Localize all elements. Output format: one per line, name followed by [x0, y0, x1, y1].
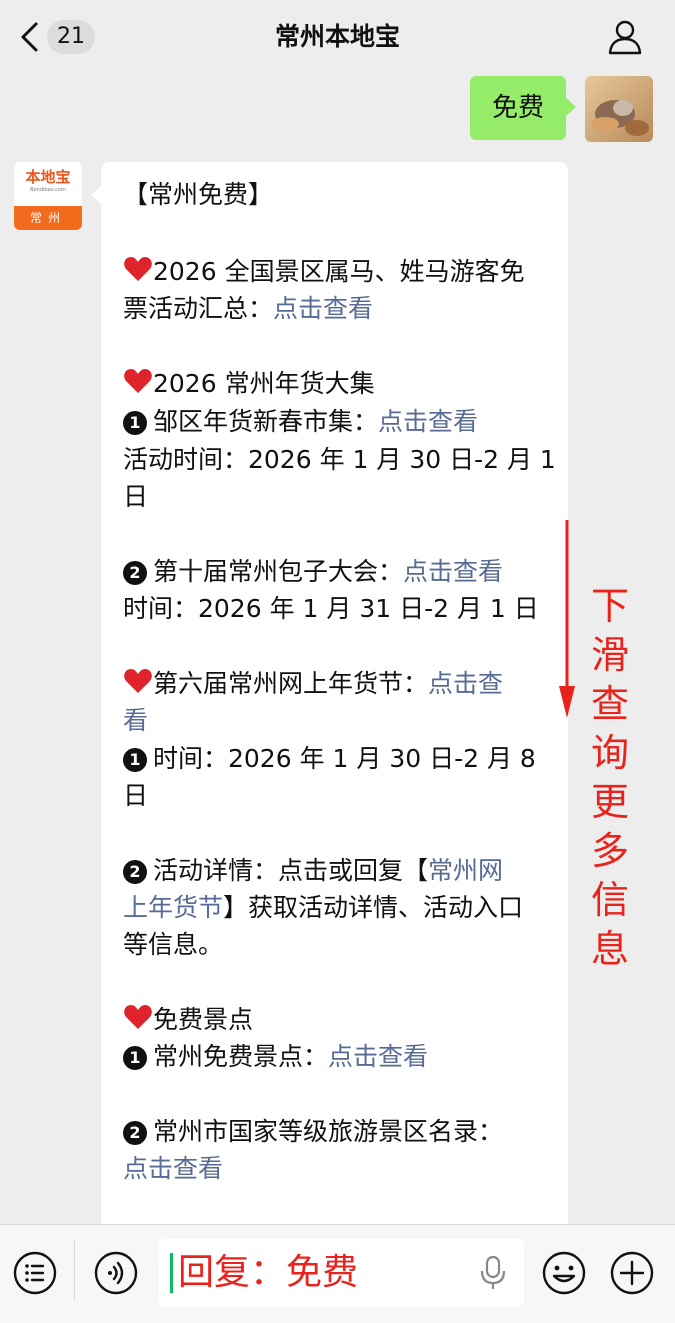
number-bullet: 1 [123, 748, 147, 772]
heart-icon [124, 669, 152, 693]
view-link[interactable]: 点击查 [428, 669, 503, 698]
message-line: 2 常州市国家等级旅游景区名录： [123, 1113, 503, 1150]
heart-icon [124, 1005, 152, 1029]
profile-icon[interactable] [606, 18, 644, 56]
number-bullet: 2 [123, 1121, 147, 1145]
message-input[interactable]: 回复：免费 [158, 1239, 524, 1307]
section-title: 第六届常州网上年货节： [153, 669, 429, 698]
message-text: 活动详情：点击或回复【 [153, 856, 429, 885]
unread-count-badge[interactable]: 21 [47, 20, 95, 54]
voice-icon[interactable] [93, 1250, 139, 1296]
message-text: 时间：2026 年 1 月 30 日-2 月 8 [153, 744, 536, 773]
menu-list-icon[interactable] [12, 1250, 58, 1296]
view-link[interactable]: 点击查看 [328, 1042, 428, 1071]
received-message-bubble: 【常州免费】 2026 全国景区属马、姓马游客免 票活动汇总：点击查看 2026… [91, 162, 568, 1242]
avatar-city: 常州 [14, 206, 82, 230]
message-line: 1 时间：2026 年 1 月 30 日-2 月 8 [123, 740, 536, 777]
message-line: 1 邹区年货新春市集：点击查看 [123, 403, 478, 440]
number-bullet: 1 [123, 411, 147, 435]
message-text: 常州免费景点： [153, 1042, 329, 1071]
text-caret [170, 1253, 173, 1293]
message-line: 1 常州免费景点：点击查看 [123, 1038, 428, 1075]
divider [74, 1241, 75, 1301]
view-link[interactable]: 点击查看 [378, 407, 478, 436]
message-line: 第六届常州网上年货节：点击查 [123, 665, 503, 702]
view-link[interactable]: 点击查看 [123, 1150, 223, 1187]
sent-message-bubble[interactable]: 免费 [470, 76, 576, 140]
avatar-logo-text: 本地宝 [25, 168, 71, 186]
message-line: 2 活动详情：点击或回复【常州网 [123, 852, 503, 889]
message-line: 免费景点 [123, 1001, 253, 1038]
message-text: 2026 全国景区属马、姓马游客免 [153, 257, 525, 286]
message-text: 】获取活动详情、活动入口 [223, 893, 524, 922]
message-text: 邹区年货新春市集： [153, 407, 379, 436]
chevron-left-icon[interactable] [18, 21, 42, 53]
message-text: 常州市国家等级旅游景区名录： [153, 1117, 504, 1146]
view-link[interactable]: 点击查看 [403, 557, 503, 586]
emoji-icon[interactable] [541, 1250, 587, 1296]
chat-title: 常州本地宝 [274, 22, 400, 51]
message-line: 2026 常州年货大集 [123, 365, 375, 402]
message-text: 等信息。 [123, 930, 224, 959]
avatar-logo-sub: Bendibao.com [30, 187, 66, 193]
mic-icon[interactable] [478, 1255, 508, 1291]
keyword-link[interactable]: 上年货节 [123, 893, 223, 922]
chat-header: 21 常州本地宝 [0, 0, 675, 74]
message-text: 日 [123, 482, 149, 511]
number-bullet: 2 [123, 561, 147, 585]
number-bullet: 1 [123, 1046, 147, 1070]
message-line: 票活动汇总：点击查看 [123, 290, 373, 327]
bot-avatar[interactable]: 本地宝 Bendibao.com 常州 [14, 162, 82, 230]
message-line: 上年货节】获取活动详情、活动入口 [123, 889, 523, 926]
keyword-link[interactable]: 常州网 [428, 856, 503, 885]
input-text: 回复：免费 [178, 1252, 359, 1293]
section-title: 免费景点 [153, 1005, 254, 1034]
section-title: 2026 常州年货大集 [153, 369, 375, 398]
heart-icon [124, 369, 152, 393]
message-text: 票活动汇总： [123, 294, 274, 323]
input-bar: 回复：免费 [0, 1224, 675, 1323]
message-text: 活动时间：2026 年 1 月 30 日-2 月 1 [123, 445, 556, 474]
user-avatar[interactable] [585, 76, 653, 142]
number-bullet: 2 [123, 860, 147, 884]
view-link[interactable]: 点击查看 [273, 294, 373, 323]
message-text: 日 [123, 781, 149, 810]
message-heading: 【常州免费】 [123, 180, 274, 209]
view-link[interactable]: 看 [123, 702, 148, 739]
heart-icon [124, 257, 152, 281]
message-line: 2026 全国景区属马、姓马游客免 [123, 253, 525, 290]
scroll-hint-text: 下滑查询更多信息 [590, 584, 629, 971]
message-line: 2 第十届常州包子大会：点击查看 [123, 553, 503, 590]
down-arrow-icon [559, 520, 575, 718]
message-text: 第十届常州包子大会： [153, 557, 404, 586]
plus-icon[interactable] [609, 1250, 655, 1296]
message-text: 时间：2026 年 1 月 31 日-2 月 1 日 [123, 594, 539, 623]
